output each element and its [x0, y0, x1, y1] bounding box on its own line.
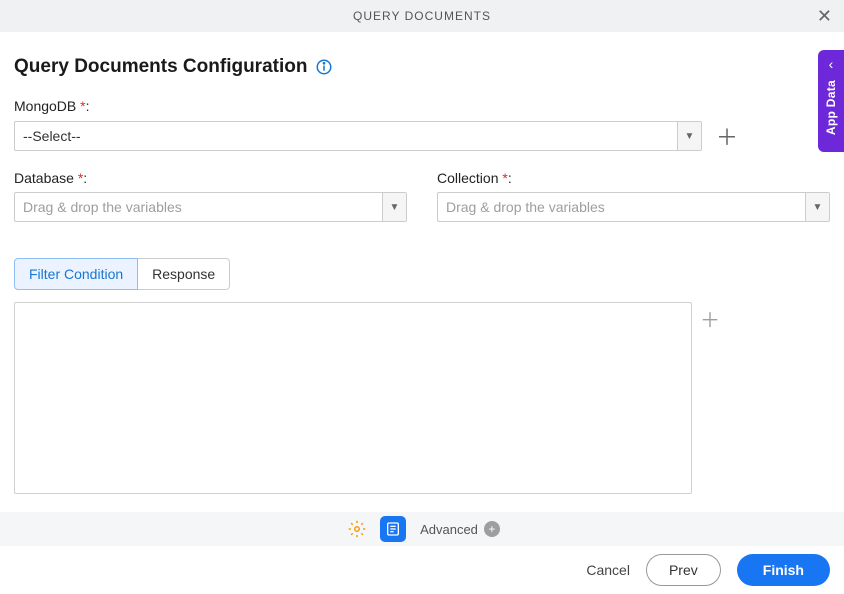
- tab-filter-condition[interactable]: Filter Condition: [14, 258, 138, 290]
- required-asterisk: *: [502, 170, 507, 186]
- page-title: Query Documents Configuration: [14, 56, 307, 78]
- chevron-down-icon: ▼: [805, 193, 829, 221]
- collection-label: Collection *:: [437, 170, 830, 186]
- footer: Advanced + Cancel Prev Finish: [0, 512, 844, 594]
- mongodb-label: MongoDB *:: [14, 98, 830, 114]
- notes-icon[interactable]: [380, 516, 406, 542]
- tab-response[interactable]: Response: [138, 258, 230, 290]
- close-icon[interactable]: ✕: [813, 6, 836, 27]
- mongodb-select-value: --Select--: [15, 128, 677, 144]
- cancel-button[interactable]: Cancel: [586, 562, 630, 578]
- mongodb-field: MongoDB *: --Select-- ▼ ＋: [14, 98, 830, 152]
- advanced-label: Advanced: [420, 522, 478, 537]
- tabs: Filter Condition Response: [14, 258, 830, 290]
- toolbar: Advanced +: [0, 512, 844, 546]
- required-asterisk: *: [80, 98, 85, 114]
- filter-condition-panel[interactable]: [14, 302, 692, 494]
- chevron-down-icon: ▼: [382, 193, 406, 221]
- info-icon[interactable]: [315, 58, 333, 76]
- database-field: Database *: Drag & drop the variables ▼: [14, 170, 407, 222]
- mongodb-label-text: MongoDB: [14, 98, 80, 114]
- dialog-header: QUERY DOCUMENTS ✕: [0, 0, 844, 32]
- collection-label-text: Collection: [437, 170, 502, 186]
- content-area: Query Documents Configuration MongoDB *:…: [0, 32, 844, 494]
- dialog-title: QUERY DOCUMENTS: [353, 9, 491, 23]
- page-title-row: Query Documents Configuration: [14, 56, 830, 78]
- mongodb-select[interactable]: --Select-- ▼: [14, 121, 702, 151]
- two-column-row: Database *: Drag & drop the variables ▼ …: [14, 170, 830, 240]
- prev-button[interactable]: Prev: [646, 554, 721, 586]
- collection-placeholder: Drag & drop the variables: [438, 199, 805, 215]
- required-asterisk: *: [78, 170, 83, 186]
- advanced-toggle[interactable]: Advanced +: [420, 521, 500, 537]
- plus-circle-icon: +: [484, 521, 500, 537]
- add-filter-button[interactable]: ＋: [700, 304, 720, 333]
- collection-input[interactable]: Drag & drop the variables ▼: [437, 192, 830, 222]
- action-bar: Cancel Prev Finish: [0, 546, 844, 594]
- add-mongodb-button[interactable]: ＋: [712, 120, 742, 152]
- database-input[interactable]: Drag & drop the variables ▼: [14, 192, 407, 222]
- database-label: Database *:: [14, 170, 407, 186]
- filter-panel-wrap: ＋: [14, 302, 830, 494]
- gear-icon[interactable]: [344, 516, 370, 542]
- collection-field: Collection *: Drag & drop the variables …: [437, 170, 830, 222]
- finish-button[interactable]: Finish: [737, 554, 830, 586]
- database-label-text: Database: [14, 170, 78, 186]
- chevron-down-icon: ▼: [677, 122, 701, 150]
- database-placeholder: Drag & drop the variables: [15, 199, 382, 215]
